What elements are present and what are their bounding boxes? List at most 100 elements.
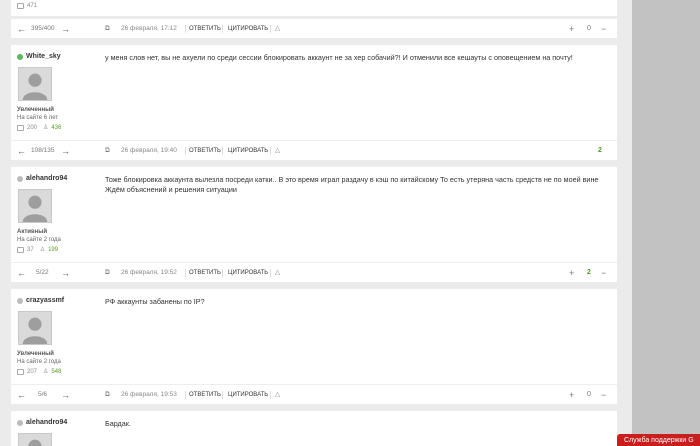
prev-page-arrow-icon[interactable]: ← xyxy=(17,141,26,161)
reply-button[interactable]: ОТВЕТИТЬ xyxy=(189,263,221,283)
post-counters: 471 xyxy=(17,3,37,9)
post-rating: 2 xyxy=(598,147,602,154)
post-message: Бардак. xyxy=(105,419,131,428)
post-footer: ← 108/135 → ⧉ 26 февраля, 19:40 ОТВЕТИТЬ… xyxy=(11,140,617,160)
default-avatar-icon xyxy=(19,68,51,100)
divider xyxy=(222,25,223,33)
post: alehandro94 Активный На сайте 2 года 37 … xyxy=(11,167,617,282)
author-rank: Увлеченный xyxy=(17,107,54,113)
divider xyxy=(185,25,186,33)
downvote-minus-icon[interactable]: − xyxy=(601,263,606,283)
post-footer: ← 5/22 → ⧉ 26 февраля, 19:52 ОТВЕТИТЬ ЦИ… xyxy=(11,262,617,282)
upvote-plus-icon[interactable]: + xyxy=(569,263,574,283)
divider xyxy=(185,391,186,399)
post: crazyassmf Увлеченный На сайте 2 года 20… xyxy=(11,289,617,404)
reply-button[interactable]: ОТВЕТИТЬ xyxy=(189,19,221,39)
divider xyxy=(270,269,271,277)
messages-count: 37 xyxy=(27,246,34,253)
username[interactable]: White_sky xyxy=(26,53,61,60)
next-page-arrow-icon[interactable]: → xyxy=(61,141,70,161)
divider xyxy=(222,391,223,399)
post-counters: 200 ♙ 436 xyxy=(17,124,61,131)
report-warning-icon[interactable]: △ xyxy=(275,19,280,39)
author-info: Увлеченный На сайте 2 года xyxy=(17,350,61,366)
post-author: crazyassmf xyxy=(17,297,64,304)
post-previous-tail: 471 xyxy=(11,0,617,16)
post-footer: ← 5/6 → ⧉ 26 февраля, 19:53 ОТВЕТИТЬ ЦИТ… xyxy=(11,384,617,404)
next-page-arrow-icon[interactable]: → xyxy=(61,263,70,283)
prev-page-arrow-icon[interactable]: ← xyxy=(17,385,26,405)
post-date: 26 февраля, 19:53 xyxy=(121,391,177,398)
divider xyxy=(222,269,223,277)
username[interactable]: alehandro94 xyxy=(26,419,67,426)
copy-link-icon[interactable]: ⧉ xyxy=(105,141,110,161)
likes-icon: ♙ xyxy=(43,369,49,375)
downvote-minus-icon[interactable]: − xyxy=(601,385,606,405)
divider xyxy=(185,147,186,155)
copy-link-icon[interactable]: ⧉ xyxy=(105,385,110,405)
post: alehandro94 Бардак. xyxy=(11,411,617,446)
post-counters: 207 ♙ 548 xyxy=(17,368,61,375)
author-rank: Увлеченный xyxy=(17,351,54,357)
quote-button[interactable]: ЦИТИРОВАТЬ xyxy=(228,263,268,283)
post-page-counter: 395/400 xyxy=(31,25,55,32)
messages-count: 207 xyxy=(27,368,38,375)
post-date: 26 февраля, 19:52 xyxy=(121,269,177,276)
post-counters: 37 ♙ 199 xyxy=(17,246,58,253)
divider xyxy=(222,147,223,155)
online-status-icon xyxy=(17,53,23,60)
copy-link-icon[interactable]: ⧉ xyxy=(105,19,110,39)
messages-icon xyxy=(17,246,24,253)
post-author: alehandro94 xyxy=(17,419,67,426)
next-page-arrow-icon[interactable]: → xyxy=(61,19,70,39)
upvote-plus-icon[interactable]: + xyxy=(569,385,574,405)
post-date: 26 февраля, 17:12 xyxy=(121,25,177,32)
post-footer: ← 395/400 → ⧉ 26 февраля, 17:12 ОТВЕТИТЬ… xyxy=(11,18,617,38)
divider xyxy=(270,391,271,399)
upvote-plus-icon[interactable]: + xyxy=(569,19,574,39)
avatar[interactable] xyxy=(18,311,52,345)
post-author: White_sky xyxy=(17,53,61,60)
post-page-counter: 108/135 xyxy=(31,147,55,154)
avatar[interactable] xyxy=(18,67,52,101)
prev-page-arrow-icon[interactable]: ← xyxy=(17,263,26,283)
post-message: РФ аккаунты забанены по IP? xyxy=(105,297,205,306)
support-widget-button[interactable]: Служба поддержки G xyxy=(617,434,700,446)
report-warning-icon[interactable]: △ xyxy=(275,263,280,283)
username[interactable]: alehandro94 xyxy=(26,175,67,182)
reply-button[interactable]: ОТВЕТИТЬ xyxy=(189,141,221,161)
report-warning-icon[interactable]: △ xyxy=(275,385,280,405)
author-info: Увлеченный На сайте 6 лет xyxy=(17,106,58,122)
author-tenure: На сайте 2 года xyxy=(17,359,61,365)
report-warning-icon[interactable]: △ xyxy=(275,141,280,161)
post: White_sky Увлеченный На сайте 6 лет 200 … xyxy=(11,45,617,160)
post-message: у меня слов нет, вы не ахуели по среди с… xyxy=(105,53,573,62)
quote-button[interactable]: ЦИТИРОВАТЬ xyxy=(228,141,268,161)
messages-icon xyxy=(17,368,24,375)
prev-page-arrow-icon[interactable]: ← xyxy=(17,19,26,39)
post-rating: 0 xyxy=(587,25,591,32)
reply-button[interactable]: ОТВЕТИТЬ xyxy=(189,385,221,405)
post-page-counter: 5/22 xyxy=(36,269,49,276)
offline-status-icon xyxy=(17,419,23,426)
post-page-counter: 5/6 xyxy=(38,391,48,398)
likes-count: 436 xyxy=(51,124,62,131)
avatar[interactable] xyxy=(18,433,52,446)
post-author: alehandro94 xyxy=(17,175,67,182)
offline-status-icon xyxy=(17,175,23,182)
next-page-arrow-icon[interactable]: → xyxy=(61,385,70,405)
avatar[interactable] xyxy=(18,189,52,223)
copy-link-icon[interactable]: ⧉ xyxy=(105,263,110,283)
quote-button[interactable]: ЦИТИРОВАТЬ xyxy=(228,385,268,405)
messages-icon xyxy=(17,124,24,131)
likes-icon: ♙ xyxy=(39,247,46,253)
username[interactable]: crazyassmf xyxy=(26,297,64,304)
default-avatar-icon xyxy=(19,190,51,222)
post-message: Тоже блокировка аккаунта вылезла посреди… xyxy=(105,175,599,194)
post-rating: 0 xyxy=(587,391,591,398)
likes-icon: ♙ xyxy=(43,125,49,131)
quote-button[interactable]: ЦИТИРОВАТЬ xyxy=(228,19,268,39)
divider xyxy=(270,25,271,33)
messages-count: 200 xyxy=(27,124,38,131)
downvote-minus-icon[interactable]: − xyxy=(601,19,606,39)
